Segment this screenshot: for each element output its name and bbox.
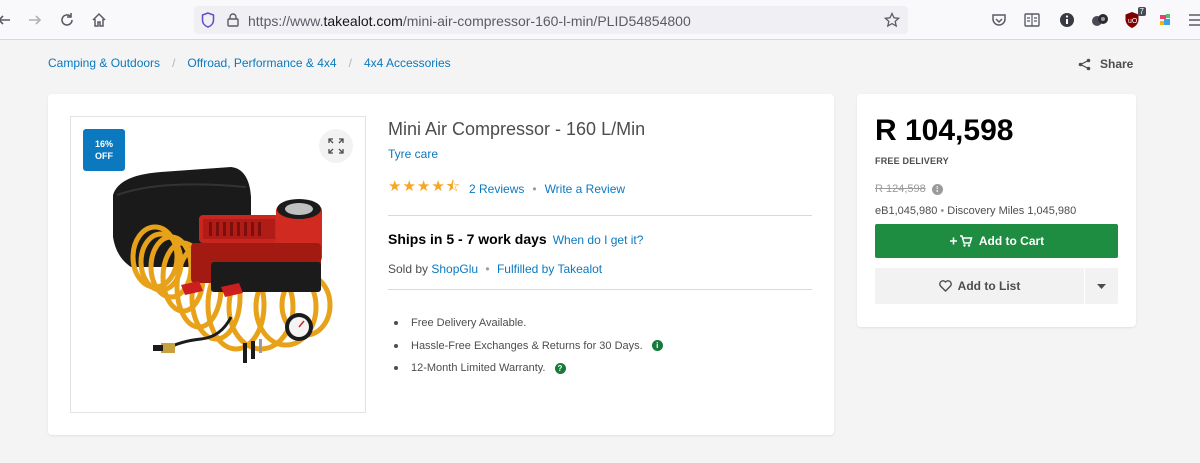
rating-row: ★★★★⯪ 2 Reviews • Write a Review	[388, 176, 625, 201]
divider	[388, 289, 812, 290]
share-icon	[1078, 58, 1091, 70]
product-title: Mini Air Compressor - 160 L/Min	[388, 119, 646, 139]
add-to-list-button[interactable]: Add to List	[875, 268, 1084, 304]
reload-icon[interactable]	[57, 10, 77, 30]
bullet-icon	[394, 321, 398, 326]
ublock-icon[interactable]: uO 7	[1122, 7, 1146, 30]
url-text[interactable]: https://www.takealot.com/mini-air-compre…	[248, 13, 691, 29]
breadcrumb-separator: /	[172, 56, 176, 70]
breadcrumb-offroad-performance[interactable]: Offroad, Performance & 4x4	[187, 56, 336, 70]
plus-cart-icon	[949, 235, 973, 247]
svg-text:uO: uO	[1128, 18, 1138, 25]
sold-by-prefix: Sold by	[388, 262, 429, 276]
bullet-icon	[394, 343, 398, 348]
back-arrow-icon[interactable]	[0, 10, 14, 30]
buy-box: R 104,598 FREE DELIVERY R 124,598 i eB1,…	[857, 94, 1136, 327]
shield-icon[interactable]	[198, 10, 218, 30]
expand-image-button[interactable]	[319, 129, 353, 163]
feature-item: 12-Month Limited Warranty. ?	[394, 357, 663, 380]
divider	[388, 215, 812, 216]
url-prefix: https://www.	[248, 13, 324, 29]
dot-separator: •	[940, 205, 945, 217]
discount-percent: 16%	[94, 139, 113, 149]
forward-arrow-icon[interactable]	[25, 10, 45, 30]
seller-link[interactable]: ShopGlu	[431, 262, 478, 276]
add-to-cart-label: Add to Cart	[978, 234, 1045, 248]
breadcrumb-camping-outdoors[interactable]: Camping & Outdoors	[48, 56, 160, 70]
feature-text: Free Delivery Available.	[411, 317, 527, 330]
url-bar[interactable]: https://www.takealot.com/mini-air-compre…	[194, 6, 908, 34]
when-do-i-get-it-link[interactable]: When do I get it?	[553, 233, 644, 247]
shipping-info: Ships in 5 - 7 work days When do I get i…	[388, 231, 643, 247]
chevron-down-icon	[1097, 283, 1106, 289]
ebucks-value: eB1,045,980	[875, 205, 938, 217]
ships-label: Ships in 5 - 7 work days	[388, 231, 547, 247]
add-to-cart-button[interactable]: Add to Cart	[875, 224, 1118, 258]
browser-toolbar: https://www.takealot.com/mini-air-compre…	[0, 0, 1200, 40]
free-delivery-label: FREE DELIVERY	[875, 156, 949, 166]
home-icon[interactable]	[89, 10, 109, 30]
extension-color-icon[interactable]	[1155, 10, 1175, 30]
extension-icon[interactable]	[1090, 10, 1110, 30]
pocket-icon[interactable]	[989, 10, 1009, 30]
bullet-icon	[394, 366, 398, 371]
feature-list: Free Delivery Available. Hassle-Free Exc…	[394, 312, 663, 380]
breadcrumb-separator: /	[348, 56, 352, 70]
add-to-list-label: Add to List	[957, 279, 1021, 293]
product-image-gallery[interactable]: 16% OFF	[70, 116, 366, 413]
discount-off: OFF	[95, 151, 113, 161]
price: R 104,598	[875, 114, 1014, 147]
warranty-help-icon[interactable]: ?	[554, 362, 566, 374]
dot-separator: •	[532, 181, 537, 196]
list-dropdown-button[interactable]	[1085, 268, 1118, 304]
fulfilled-link[interactable]: Fulfilled by Takealot	[497, 262, 602, 276]
extension-badge: 7	[1137, 7, 1146, 16]
write-review-link[interactable]: Write a Review	[545, 182, 625, 196]
seller-info: Sold by ShopGlu • Fulfilled by Takealot	[388, 262, 602, 276]
returns-info-icon[interactable]: i	[651, 340, 663, 352]
product-card: 16% OFF Mini Air Compressor - 160 L/Min …	[48, 94, 834, 435]
share-label: Share	[1100, 57, 1134, 71]
lock-icon[interactable]	[223, 10, 243, 30]
share-button[interactable]: Share	[1078, 57, 1133, 71]
product-subcategory-link[interactable]: Tyre care	[388, 147, 438, 161]
url-domain: takealot.com	[323, 13, 403, 29]
feature-text: 12-Month Limited Warranty.	[411, 362, 546, 375]
old-price-row: R 124,598 i	[875, 183, 943, 195]
bookmark-star-icon[interactable]	[882, 10, 902, 30]
old-price: R 124,598	[875, 183, 926, 195]
info-icon[interactable]	[1057, 10, 1077, 30]
breadcrumb-4x4-accessories[interactable]: 4x4 Accessories	[364, 56, 451, 70]
reviews-link[interactable]: 2 Reviews	[469, 182, 524, 196]
feature-item: Free Delivery Available.	[394, 312, 663, 335]
menu-icon[interactable]	[1186, 10, 1200, 30]
feature-item: Hassle-Free Exchanges & Returns for 30 D…	[394, 335, 663, 358]
url-path: /mini-air-compressor-160-l-min/PLID54854…	[402, 13, 691, 29]
breadcrumb: Camping & Outdoors / Offroad, Performance …	[48, 56, 451, 70]
reader-icon[interactable]	[1022, 10, 1042, 30]
heart-icon	[938, 280, 952, 292]
expand-icon	[328, 138, 344, 154]
feature-text: Hassle-Free Exchanges & Returns for 30 D…	[411, 339, 643, 352]
dot-separator: •	[485, 262, 490, 276]
star-rating: ★★★★⯪	[388, 178, 461, 195]
discovery-miles: Discovery Miles 1,045,980	[947, 205, 1077, 217]
price-info-icon[interactable]: i	[931, 183, 943, 195]
rewards-row: eB1,045,980 • Discovery Miles 1,045,980	[875, 205, 1076, 217]
discount-badge: 16% OFF	[83, 129, 125, 171]
